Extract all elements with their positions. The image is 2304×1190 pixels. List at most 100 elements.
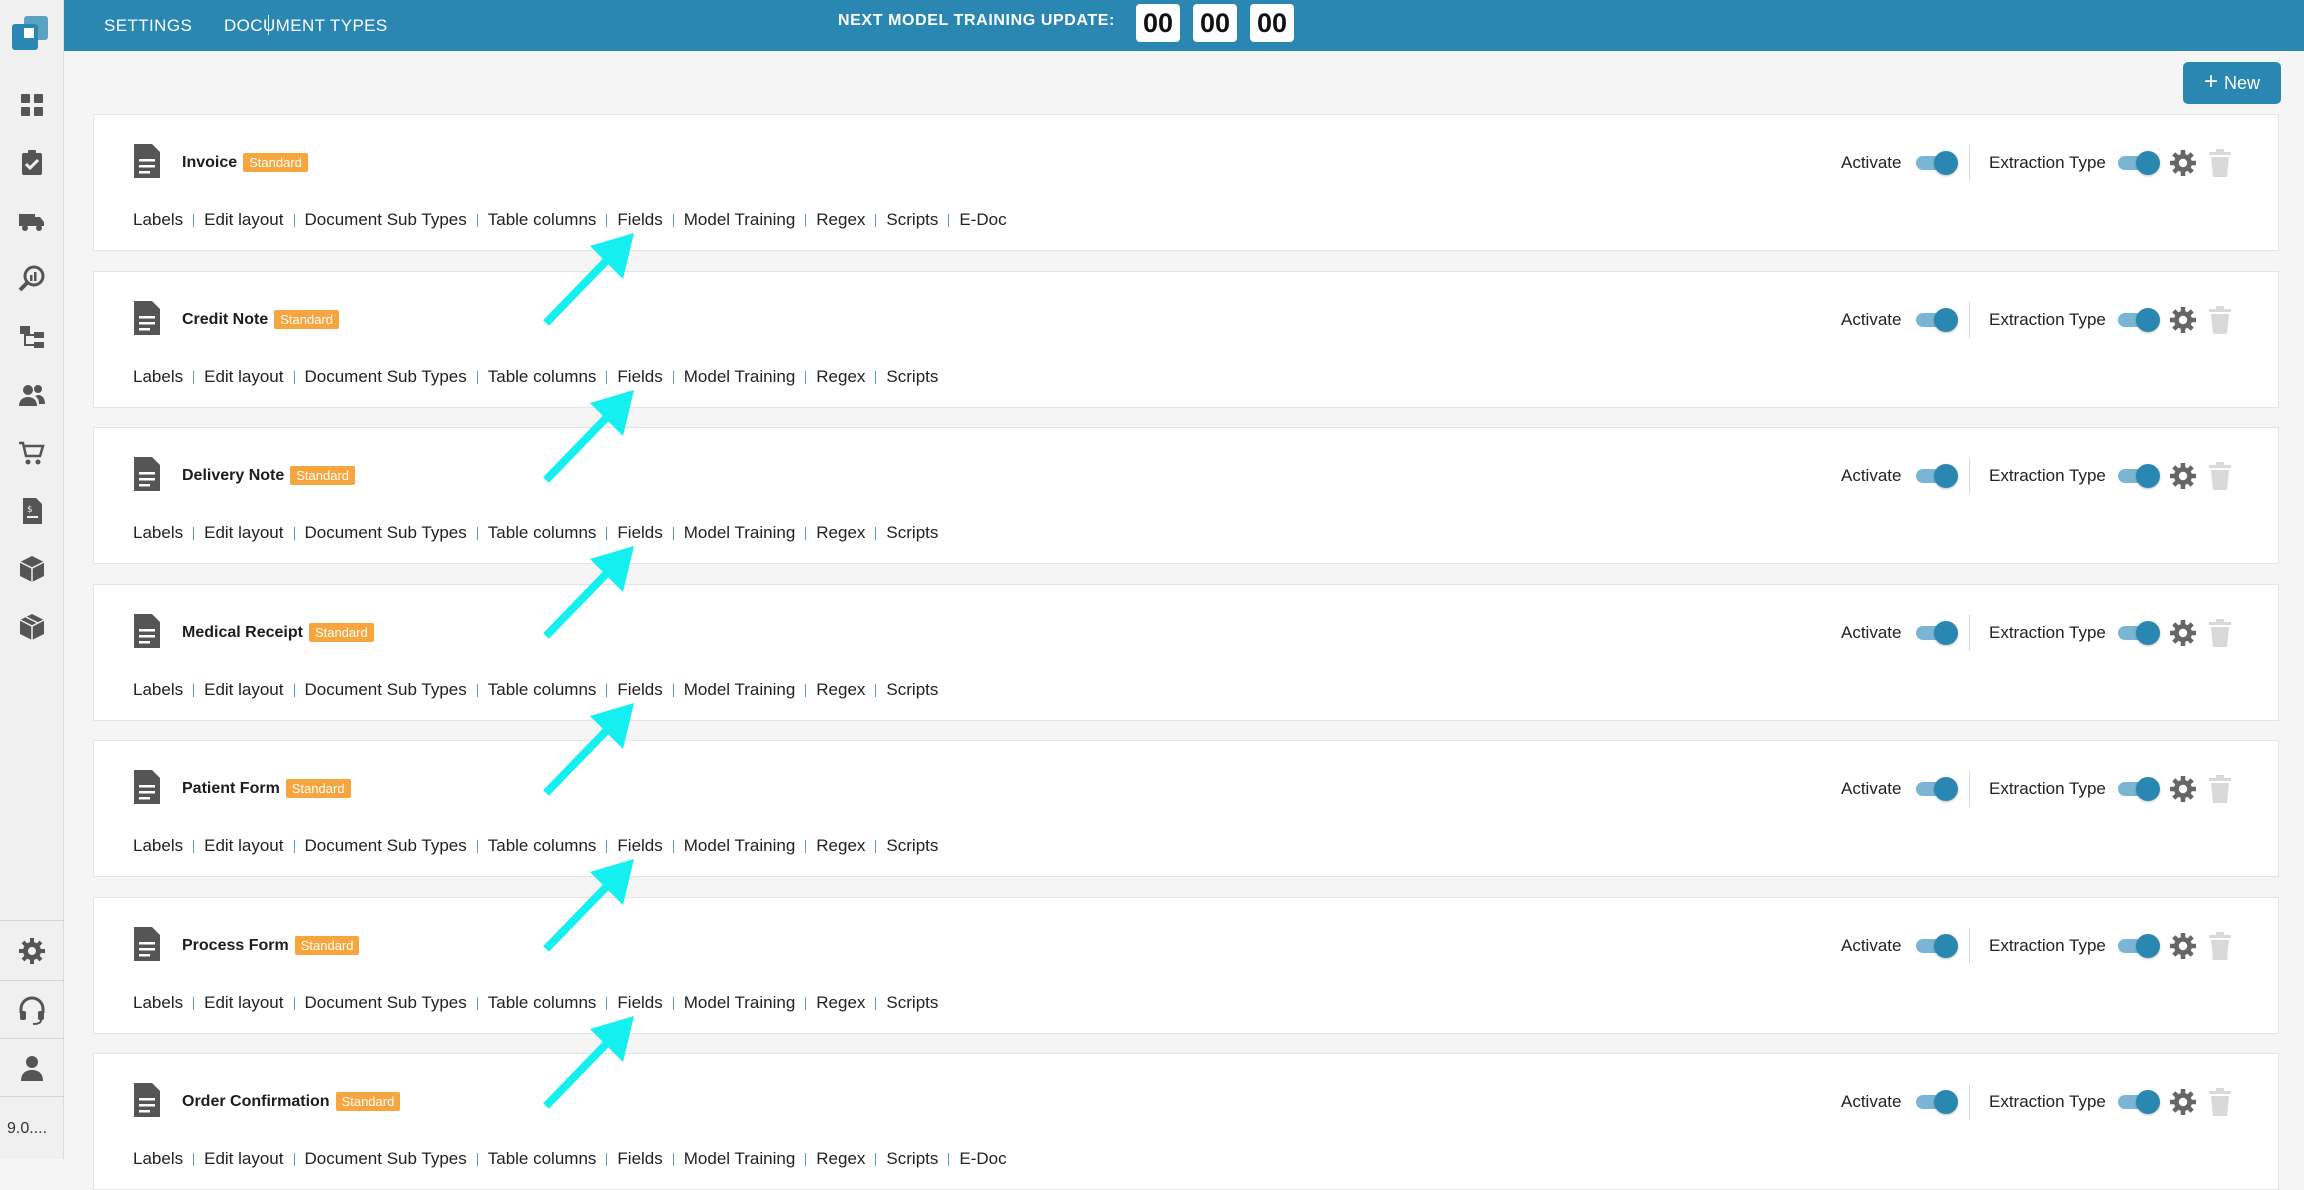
app-logo[interactable]: [10, 14, 50, 54]
link-fields[interactable]: Fields: [617, 523, 662, 543]
activate-toggle[interactable]: [1916, 620, 1958, 646]
settings-gear-icon[interactable]: [2168, 618, 2198, 648]
link-fields[interactable]: Fields: [617, 836, 662, 856]
link-model-training[interactable]: Model Training: [684, 1149, 796, 1169]
extraction-type-toggle[interactable]: [2118, 620, 2160, 646]
trash-icon[interactable]: [2207, 461, 2233, 491]
link-labels[interactable]: Labels: [133, 680, 183, 700]
breadcrumb-settings[interactable]: SETTINGS: [104, 16, 192, 36]
link-table-columns[interactable]: Table columns: [488, 993, 597, 1013]
link-regex[interactable]: Regex: [816, 993, 865, 1013]
link-scripts[interactable]: Scripts: [886, 523, 938, 543]
link-e-doc[interactable]: E-Doc: [959, 210, 1006, 230]
activate-toggle[interactable]: [1916, 776, 1958, 802]
link-edit-layout[interactable]: Edit layout: [204, 680, 283, 700]
link-labels[interactable]: Labels: [133, 523, 183, 543]
link-fields[interactable]: Fields: [617, 210, 662, 230]
trash-icon[interactable]: [2207, 931, 2233, 961]
link-table-columns[interactable]: Table columns: [488, 367, 597, 387]
link-e-doc[interactable]: E-Doc: [959, 1149, 1006, 1169]
sidebar-item-users[interactable]: [0, 372, 64, 418]
link-fields[interactable]: Fields: [617, 680, 662, 700]
document-type-name[interactable]: Medical Receipt: [182, 624, 303, 642]
link-scripts[interactable]: Scripts: [886, 1149, 938, 1169]
settings-gear-icon[interactable]: [2168, 461, 2198, 491]
trash-icon[interactable]: [2207, 774, 2233, 804]
document-type-name[interactable]: Order Confirmation: [182, 1093, 330, 1111]
link-edit-layout[interactable]: Edit layout: [204, 836, 283, 856]
link-edit-layout[interactable]: Edit layout: [204, 367, 283, 387]
link-fields[interactable]: Fields: [617, 367, 662, 387]
link-document-sub-types[interactable]: Document Sub Types: [305, 210, 467, 230]
link-document-sub-types[interactable]: Document Sub Types: [305, 836, 467, 856]
sidebar-item-truck[interactable]: [0, 198, 64, 244]
sidebar-item-workflow[interactable]: [0, 314, 64, 360]
extraction-type-toggle[interactable]: [2118, 1089, 2160, 1115]
extraction-type-toggle[interactable]: [2118, 463, 2160, 489]
link-scripts[interactable]: Scripts: [886, 836, 938, 856]
link-regex[interactable]: Regex: [816, 836, 865, 856]
link-model-training[interactable]: Model Training: [684, 680, 796, 700]
sidebar-item-analytics-search[interactable]: [0, 256, 64, 302]
trash-icon[interactable]: [2207, 148, 2233, 178]
link-model-training[interactable]: Model Training: [684, 210, 796, 230]
link-table-columns[interactable]: Table columns: [488, 1149, 597, 1169]
trash-icon[interactable]: [2207, 618, 2233, 648]
link-fields[interactable]: Fields: [617, 1149, 662, 1169]
sidebar-item-settings-gear[interactable]: [0, 928, 64, 974]
activate-toggle[interactable]: [1916, 1089, 1958, 1115]
link-labels[interactable]: Labels: [133, 993, 183, 1013]
activate-toggle[interactable]: [1916, 463, 1958, 489]
link-model-training[interactable]: Model Training: [684, 993, 796, 1013]
link-labels[interactable]: Labels: [133, 1149, 183, 1169]
sidebar-item-box[interactable]: [0, 546, 64, 592]
sidebar-item-task-check[interactable]: [0, 140, 64, 186]
trash-icon[interactable]: [2207, 305, 2233, 335]
document-type-name[interactable]: Credit Note: [182, 311, 268, 329]
document-type-name[interactable]: Patient Form: [182, 780, 280, 798]
sidebar-item-box-outline[interactable]: [0, 604, 64, 650]
link-edit-layout[interactable]: Edit layout: [204, 993, 283, 1013]
link-model-training[interactable]: Model Training: [684, 523, 796, 543]
link-regex[interactable]: Regex: [816, 210, 865, 230]
document-type-name[interactable]: Delivery Note: [182, 467, 284, 485]
link-table-columns[interactable]: Table columns: [488, 836, 597, 856]
sidebar-item-invoice[interactable]: $: [0, 488, 64, 534]
link-fields[interactable]: Fields: [617, 993, 662, 1013]
link-scripts[interactable]: Scripts: [886, 367, 938, 387]
sidebar-item-dashboard[interactable]: [0, 82, 64, 128]
link-document-sub-types[interactable]: Document Sub Types: [305, 1149, 467, 1169]
extraction-type-toggle[interactable]: [2118, 307, 2160, 333]
activate-toggle[interactable]: [1916, 933, 1958, 959]
link-regex[interactable]: Regex: [816, 523, 865, 543]
trash-icon[interactable]: [2207, 1087, 2233, 1117]
link-table-columns[interactable]: Table columns: [488, 523, 597, 543]
activate-toggle[interactable]: [1916, 307, 1958, 333]
settings-gear-icon[interactable]: [2168, 931, 2198, 961]
extraction-type-toggle[interactable]: [2118, 933, 2160, 959]
activate-toggle[interactable]: [1916, 150, 1958, 176]
link-regex[interactable]: Regex: [816, 1149, 865, 1169]
sidebar-item-user[interactable]: [0, 1045, 64, 1091]
document-type-name[interactable]: Invoice: [182, 154, 237, 172]
link-table-columns[interactable]: Table columns: [488, 680, 597, 700]
extraction-type-toggle[interactable]: [2118, 776, 2160, 802]
sidebar-item-cart[interactable]: [0, 430, 64, 476]
extraction-type-toggle[interactable]: [2118, 150, 2160, 176]
link-edit-layout[interactable]: Edit layout: [204, 210, 283, 230]
settings-gear-icon[interactable]: [2168, 305, 2198, 335]
link-model-training[interactable]: Model Training: [684, 836, 796, 856]
link-document-sub-types[interactable]: Document Sub Types: [305, 523, 467, 543]
link-edit-layout[interactable]: Edit layout: [204, 1149, 283, 1169]
sidebar-item-headset[interactable]: [0, 987, 64, 1033]
link-document-sub-types[interactable]: Document Sub Types: [305, 367, 467, 387]
settings-gear-icon[interactable]: [2168, 1087, 2198, 1117]
link-document-sub-types[interactable]: Document Sub Types: [305, 993, 467, 1013]
link-labels[interactable]: Labels: [133, 210, 183, 230]
link-labels[interactable]: Labels: [133, 836, 183, 856]
settings-gear-icon[interactable]: [2168, 148, 2198, 178]
link-model-training[interactable]: Model Training: [684, 367, 796, 387]
link-scripts[interactable]: Scripts: [886, 210, 938, 230]
link-scripts[interactable]: Scripts: [886, 993, 938, 1013]
link-edit-layout[interactable]: Edit layout: [204, 523, 283, 543]
